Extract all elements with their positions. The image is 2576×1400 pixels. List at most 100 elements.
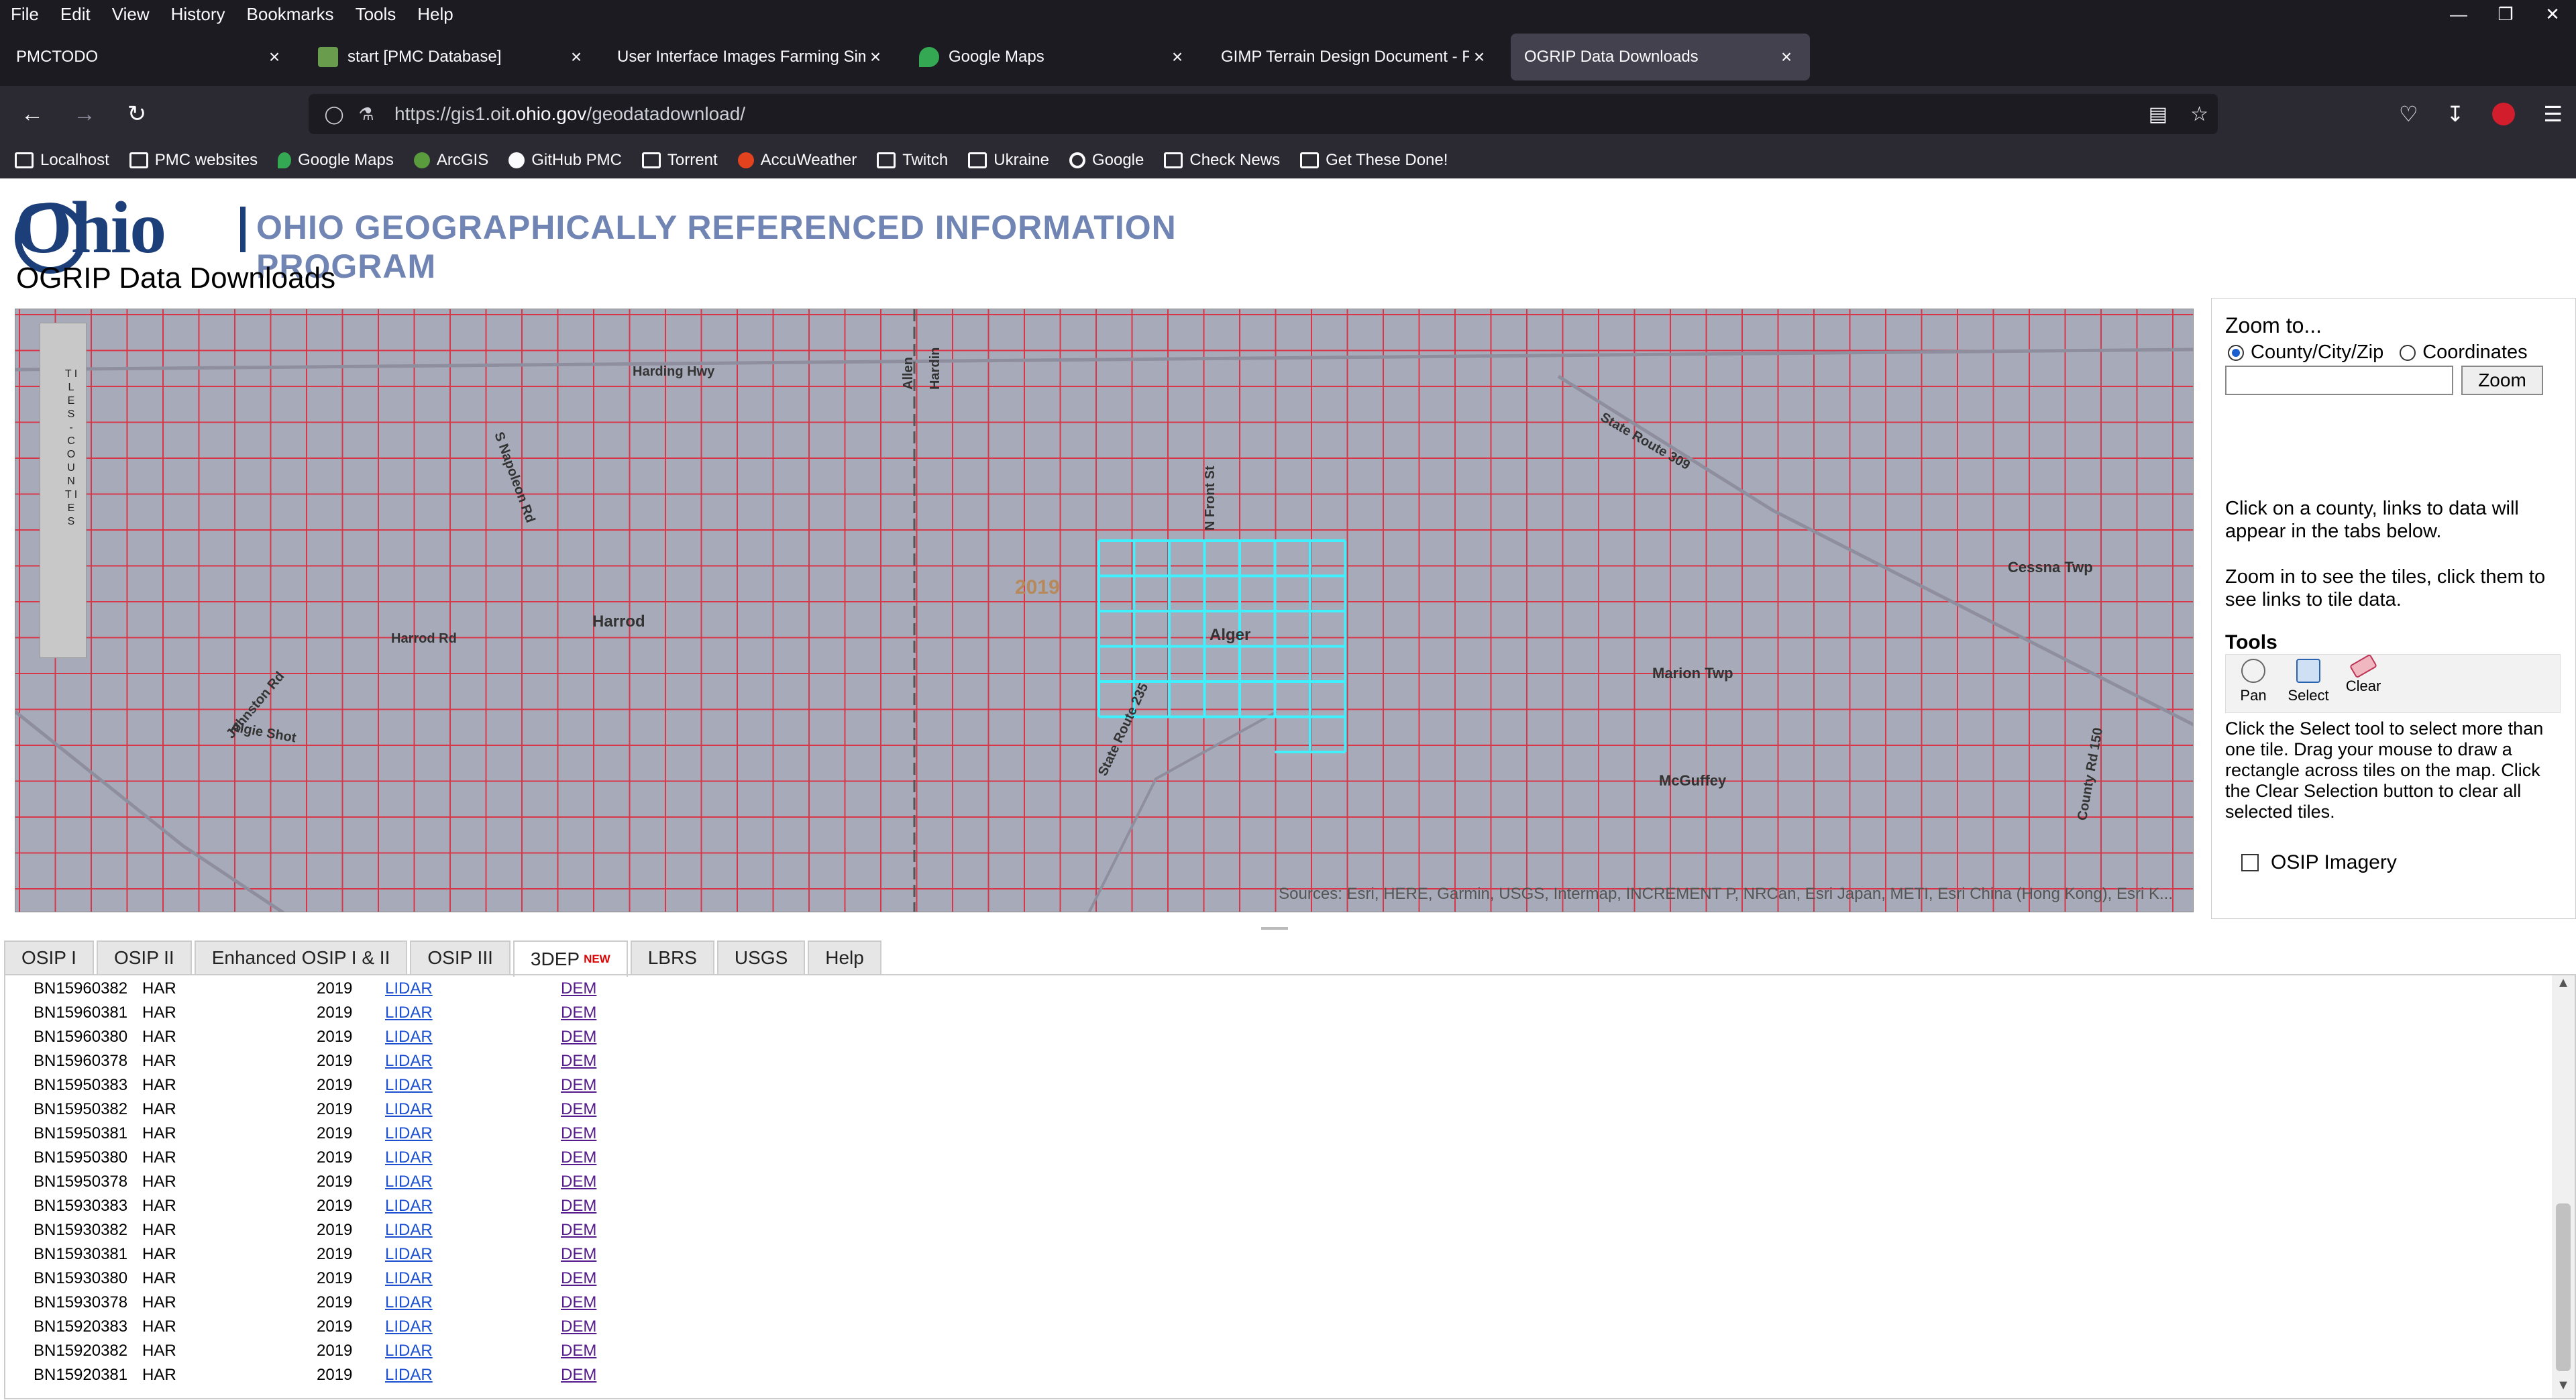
lidar-link[interactable]: LIDAR [385, 1221, 433, 1240]
osip-imagery-toggle[interactable]: OSIP Imagery [2241, 851, 2397, 874]
scroll-thumb[interactable] [2556, 1203, 2571, 1371]
bookmark-arcgis[interactable]: ArcGIS [413, 151, 488, 170]
dem-link[interactable]: DEM [561, 1173, 596, 1191]
dem-link[interactable]: DEM [561, 1269, 596, 1288]
osip-imagery-checkbox[interactable] [2241, 854, 2259, 871]
scroll-down-icon[interactable]: ▼ [2552, 1378, 2575, 1398]
browser-tab-ui-images[interactable]: User Interface Images Farming Simu × [604, 34, 899, 80]
dem-link[interactable]: DEM [561, 1197, 596, 1216]
dem-link[interactable]: DEM [561, 1052, 596, 1071]
close-tab-icon[interactable]: × [1469, 46, 1489, 68]
tab-osip-3[interactable]: OSIP III [410, 940, 511, 974]
tab-osip-2[interactable]: OSIP II [96, 940, 192, 974]
lidar-link[interactable]: LIDAR [385, 1004, 433, 1022]
menu-file[interactable]: File [0, 4, 50, 25]
bookmark-google-maps[interactable]: Google Maps [278, 151, 394, 170]
clear-tool[interactable]: Clear [2336, 653, 2391, 712]
browser-tab-pmctodo[interactable]: PMCTODO × [3, 34, 298, 80]
lidar-link[interactable]: LIDAR [385, 1293, 433, 1312]
map-view[interactable]: T I L E S - C O U N T I E S Harding Hwy … [15, 309, 2194, 912]
menu-history[interactable]: History [160, 4, 236, 25]
browser-tab-google-maps[interactable]: Google Maps × [906, 34, 1201, 80]
lidar-link[interactable]: LIDAR [385, 1148, 433, 1167]
close-tab-icon[interactable]: × [865, 46, 885, 68]
tab-help[interactable]: Help [808, 940, 881, 974]
browser-tab-ogrip[interactable]: OGRIP Data Downloads × [1511, 34, 1810, 80]
restore-icon[interactable]: ❐ [2482, 0, 2529, 28]
close-window-icon[interactable]: ✕ [2529, 0, 2576, 28]
close-tab-icon[interactable]: × [1167, 46, 1187, 68]
lidar-link[interactable]: LIDAR [385, 979, 433, 998]
map-canvas[interactable] [15, 309, 2194, 912]
shield-icon[interactable]: ◯ [318, 104, 350, 125]
browser-tab-pmc-database[interactable]: start [PMC Database] × [305, 34, 600, 80]
lidar-link[interactable]: LIDAR [385, 1317, 433, 1336]
dem-link[interactable]: DEM [561, 1366, 596, 1385]
dem-link[interactable]: DEM [561, 1004, 596, 1022]
tab-usgs[interactable]: USGS [716, 940, 806, 974]
lidar-link[interactable]: LIDAR [385, 1076, 433, 1095]
bookmark-accuweather[interactable]: AccuWeather [737, 151, 857, 170]
ublock-origin-icon[interactable] [2492, 103, 2516, 125]
dem-link[interactable]: DEM [561, 1293, 596, 1312]
dem-link[interactable]: DEM [561, 1124, 596, 1143]
tab-lbrs[interactable]: LBRS [630, 940, 714, 974]
close-tab-icon[interactable]: × [566, 46, 586, 68]
resize-splitter[interactable] [1261, 927, 1288, 930]
dem-link[interactable]: DEM [561, 1221, 596, 1240]
dem-link[interactable]: DEM [561, 1245, 596, 1264]
menu-bookmarks[interactable]: Bookmarks [236, 4, 345, 25]
dem-link[interactable]: DEM [561, 979, 596, 998]
lidar-link[interactable]: LIDAR [385, 1245, 433, 1264]
lidar-link[interactable]: LIDAR [385, 1366, 433, 1385]
lidar-link[interactable]: LIDAR [385, 1197, 433, 1216]
zoom-button[interactable]: Zoom [2461, 366, 2543, 395]
browser-tab-gimp-doc[interactable]: GIMP Terrain Design Document - Pl × [1208, 34, 1503, 80]
lock-icon[interactable]: ⚗ [350, 104, 382, 125]
lidar-link[interactable]: LIDAR [385, 1028, 433, 1046]
tab-enhanced-osip[interactable]: Enhanced OSIP I & II [194, 940, 408, 974]
minimize-icon[interactable]: — [2435, 0, 2482, 28]
url-bar[interactable]: ◯ ⚗ https://gis1.oit.ohio.gov/geodatadow… [309, 94, 2218, 134]
bookmark-localhost[interactable]: Localhost [15, 151, 109, 170]
scroll-up-icon[interactable]: ▲ [2552, 975, 2575, 995]
zoom-slider[interactable]: T I L E S - C O U N T I E S [40, 323, 87, 658]
dem-link[interactable]: DEM [561, 1028, 596, 1046]
bookmark-pmc-websites[interactable]: PMC websites [129, 151, 258, 170]
bookmark-ukraine[interactable]: Ukraine [968, 151, 1049, 170]
forward-arrow-icon[interactable]: → [64, 94, 105, 134]
select-tool[interactable]: Select [2281, 655, 2336, 712]
pan-tool[interactable]: Pan [2226, 655, 2281, 712]
lidar-link[interactable]: LIDAR [385, 1342, 433, 1360]
lidar-link[interactable]: LIDAR [385, 1124, 433, 1143]
back-arrow-icon[interactable]: ← [12, 94, 52, 134]
bookmark-star-icon[interactable]: ☆ [2190, 103, 2208, 126]
pocket-icon[interactable]: ♡ [2399, 101, 2418, 127]
bookmark-get-these-done[interactable]: Get These Done! [1300, 151, 1448, 170]
lidar-link[interactable]: LIDAR [385, 1052, 433, 1071]
close-tab-icon[interactable]: × [1776, 46, 1796, 68]
dem-link[interactable]: DEM [561, 1342, 596, 1360]
reload-icon[interactable]: ↻ [117, 94, 157, 134]
lidar-link[interactable]: LIDAR [385, 1100, 433, 1119]
dem-link[interactable]: DEM [561, 1076, 596, 1095]
close-tab-icon[interactable]: × [264, 46, 284, 68]
tab-osip-1[interactable]: OSIP I [4, 940, 94, 974]
coordinates-radio[interactable] [2400, 344, 2416, 361]
menu-help[interactable]: Help [407, 4, 464, 25]
bookmark-google[interactable]: Google [1069, 151, 1144, 170]
county-radio[interactable] [2228, 344, 2244, 361]
list-scrollbar[interactable]: ▲ ▼ [2552, 975, 2575, 1398]
dem-link[interactable]: DEM [561, 1148, 596, 1167]
menu-edit[interactable]: Edit [50, 4, 101, 25]
download-icon[interactable]: ↧ [2447, 101, 2465, 127]
bookmark-github-pmc[interactable]: GitHub PMC [508, 151, 622, 170]
menu-view[interactable]: View [101, 4, 160, 25]
reader-view-icon[interactable]: ▤ [2149, 103, 2167, 126]
hamburger-menu-icon[interactable]: ☰ [2543, 101, 2563, 127]
dem-link[interactable]: DEM [561, 1317, 596, 1336]
bookmark-torrent[interactable]: Torrent [641, 151, 718, 170]
zoom-search-input[interactable] [2225, 366, 2453, 395]
tab-3dep[interactable]: 3DEP NEW [513, 940, 628, 977]
lidar-link[interactable]: LIDAR [385, 1173, 433, 1191]
